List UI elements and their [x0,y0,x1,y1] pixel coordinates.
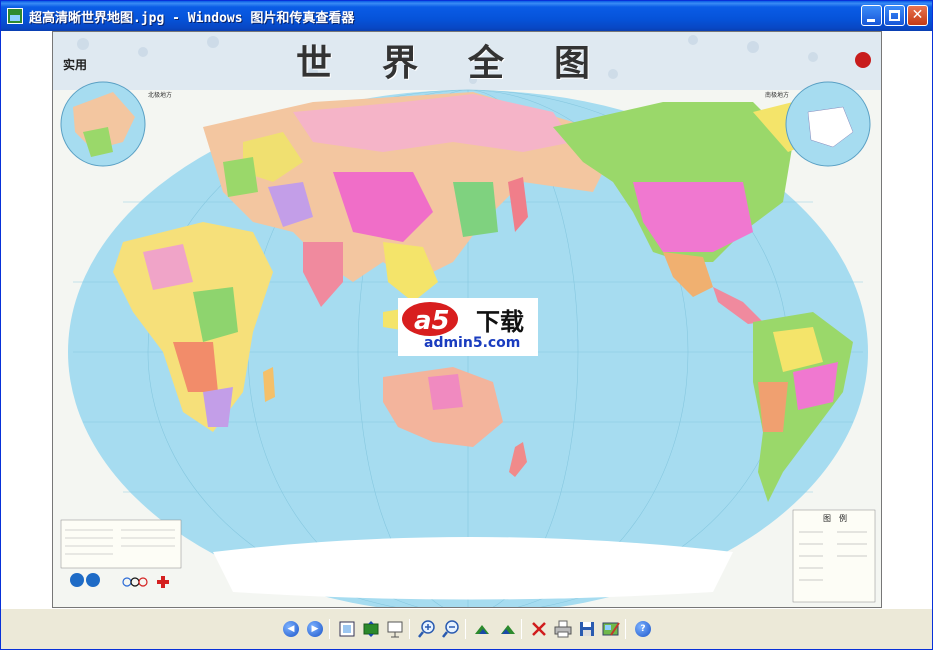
actual-size-button[interactable] [361,619,381,639]
map-title: 世界全图 [295,42,640,84]
legend-title: 图 例 [823,514,847,523]
zoom-in-button[interactable] [417,619,437,639]
print-button[interactable] [553,619,573,639]
zoom-out-button[interactable] [441,619,461,639]
next-icon: ▶ [307,621,323,637]
rotate-clockwise-button[interactable] [473,619,493,639]
north-pole-inset-label: 北极地方 [148,92,173,99]
viewer-toolbar: ◀ ▶ ? [1,609,932,649]
best-fit-icon [339,621,355,637]
slideshow-button[interactable] [385,619,405,639]
toolbar-separator [409,619,410,639]
title-bar[interactable]: 超高清晰世界地图.jpg - Windows 图片和传真查看器 ✕ [1,1,932,31]
watermark-logo: a5 [402,302,458,336]
toolbar-separator [465,619,466,639]
toolbar-separator [329,619,330,639]
slideshow-icon [387,621,403,638]
world-map-image: 世界全图 实用 北极地方 南极地方 图 例 a5 下载 admin5.com [52,31,882,608]
picture-viewer-app-icon[interactable] [7,8,23,24]
best-fit-button[interactable] [337,619,357,639]
save-icon [580,622,594,636]
edit-icon [602,622,620,636]
zoom-in-icon [418,620,435,638]
image-display-area[interactable]: 世界全图 实用 北极地方 南极地方 图 例 a5 下载 admin5.com [1,31,932,609]
rotate-counterclockwise-button[interactable] [497,619,517,639]
window-title: 超高清晰世界地图.jpg - Windows 图片和传真查看器 [29,10,355,26]
help-button[interactable]: ? [633,619,653,639]
edit-button[interactable] [601,619,621,639]
delete-button[interactable] [529,619,549,639]
help-icon: ? [635,621,651,637]
window-controls: ✕ [861,5,928,26]
previous-image-button[interactable]: ◀ [281,619,301,639]
watermark-title: 下载 [476,308,524,336]
previous-icon: ◀ [283,621,299,637]
image-viewer-window: 超高清晰世界地图.jpg - Windows 图片和传真查看器 ✕ 世界全图 实… [0,0,933,650]
watermark: a5 下载 admin5.com [398,298,538,356]
zoom-out-icon [442,620,459,638]
rotate-clockwise-icon [475,625,489,634]
rotate-counterclockwise-icon [501,625,515,634]
maximize-icon [889,10,900,21]
next-image-button[interactable]: ▶ [305,619,325,639]
watermark-logo-text: a5 [414,306,450,336]
map-badge: 实用 [63,58,88,72]
watermark-url: admin5.com [424,335,521,351]
actual-size-icon [363,621,379,637]
print-icon [554,620,572,638]
close-button[interactable]: ✕ [907,5,928,26]
toolbar-separator [625,619,626,639]
minimize-button[interactable] [861,5,882,26]
delete-icon [532,622,546,636]
toolbar-separator [521,619,522,639]
close-icon: ✕ [911,7,924,23]
maximize-button[interactable] [884,5,905,26]
minimize-icon [867,19,875,22]
south-pole-inset-label: 南极地方 [765,92,790,99]
save-button[interactable] [577,619,597,639]
